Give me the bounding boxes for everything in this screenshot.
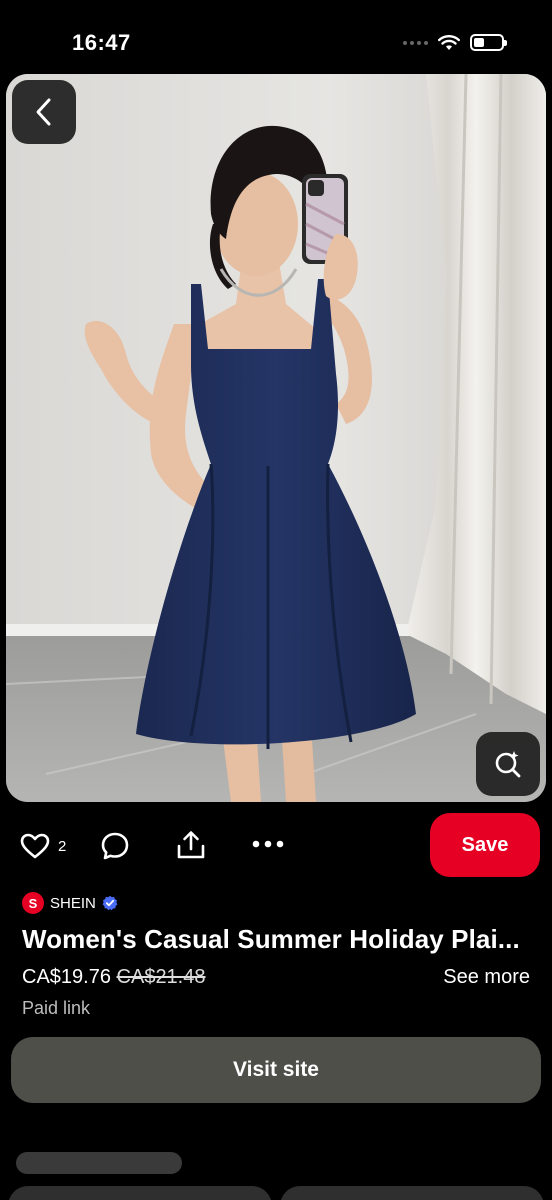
wifi-icon [438,34,460,50]
signal-dots-icon [403,40,428,45]
verified-badge-icon [102,895,118,911]
original-price: CA$21.48 [116,966,206,988]
pin-image[interactable] [6,74,546,802]
back-button[interactable] [12,80,76,144]
lens-search-icon [495,751,521,778]
share-icon [177,831,205,859]
battery-icon [470,34,507,51]
brand-row[interactable]: S SHEIN [22,892,118,914]
brand-logo: S [22,892,44,914]
heart-icon [20,833,50,859]
more-button[interactable] [252,840,284,848]
visit-site-button[interactable]: Visit site [11,1037,541,1103]
status-time: 16:47 [72,30,131,55]
chevron-left-icon [36,98,51,126]
loading-placeholder-card [280,1186,544,1200]
see-more-link[interactable]: See more [443,966,530,989]
status-bar: 16:47 [0,0,552,74]
status-icons [403,34,507,51]
like-button[interactable]: 2 [20,833,66,859]
dress-photo [6,74,546,802]
save-button[interactable]: Save [430,813,540,877]
comment-icon [101,832,129,860]
paid-link-label: Paid link [22,998,91,1018]
price-row: CA$19.76 CA$21.48 [22,966,206,989]
current-price: CA$19.76 [22,966,111,988]
share-button[interactable] [176,830,206,860]
action-row: 2 Save [0,812,552,878]
loading-placeholder-card [8,1186,272,1200]
brand-name[interactable]: SHEIN [50,895,96,912]
like-count: 2 [58,837,67,855]
comment-button[interactable] [100,831,130,861]
product-title[interactable]: Women's Casual Summer Holiday Plai... [22,924,532,955]
visual-search-button[interactable] [476,732,540,796]
more-dots-icon [252,840,284,848]
loading-placeholder-bar [16,1152,182,1174]
